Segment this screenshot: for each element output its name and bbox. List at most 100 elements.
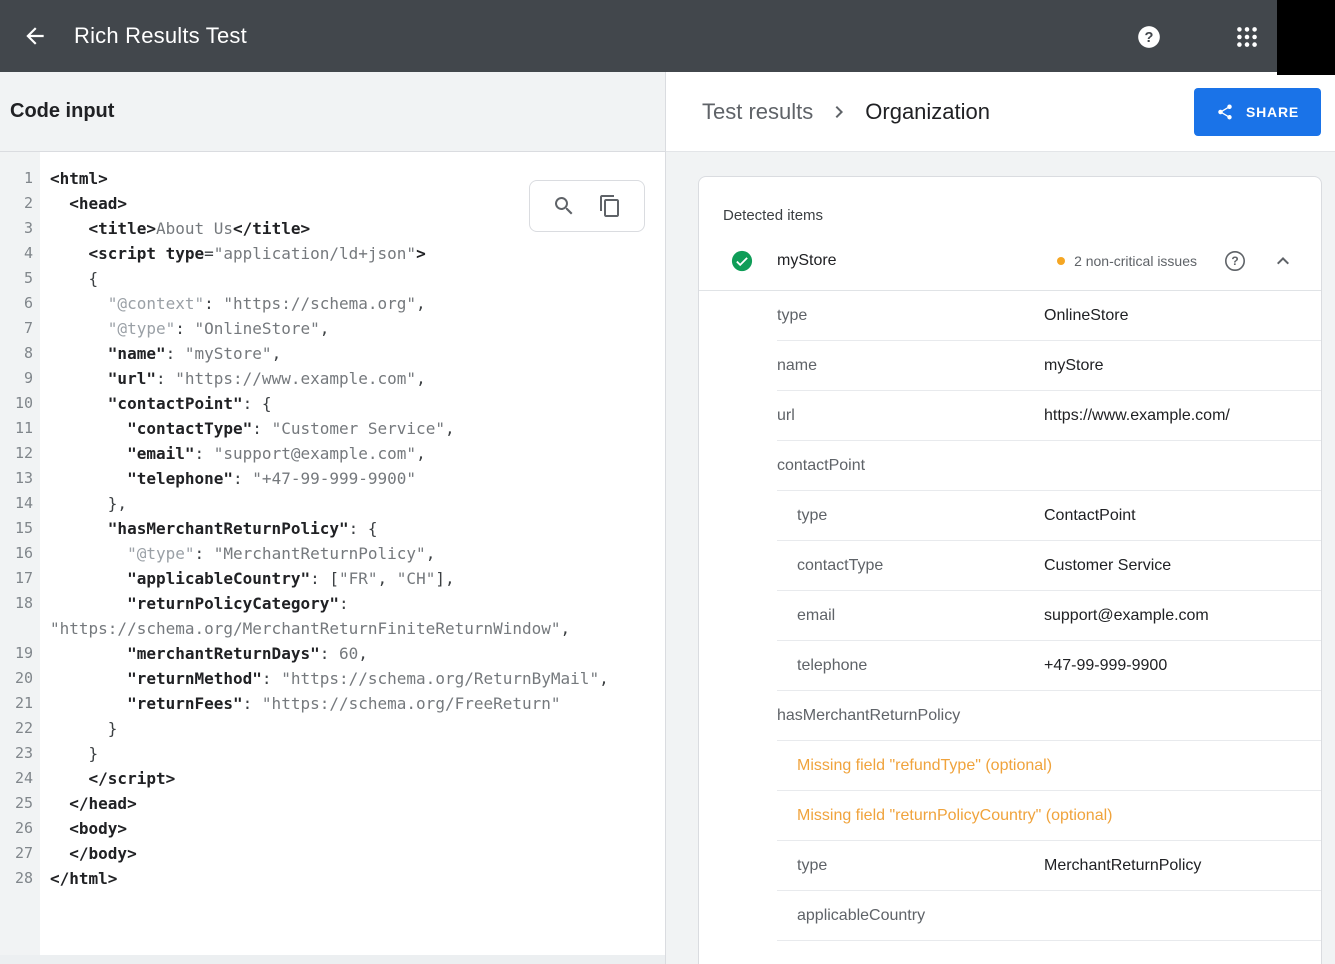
code-line-text: "@context": "https://schema.org",	[40, 291, 426, 316]
search-button[interactable]	[551, 193, 577, 219]
code-line: 16 "@type": "MerchantReturnPolicy",	[0, 541, 665, 566]
code-line: 24 </script>	[0, 766, 665, 791]
line-number: 14	[0, 491, 40, 516]
breadcrumb-test-results[interactable]: Test results	[702, 99, 813, 125]
code-line: 4 <script type="application/ld+json">	[0, 241, 665, 266]
entity-status: 2 non-critical issues ?	[1057, 249, 1295, 273]
line-number: 24	[0, 766, 40, 791]
code-line-text: "url": "https://www.example.com",	[40, 366, 426, 391]
code-line-text: "merchantReturnDays": 60,	[40, 641, 368, 666]
check-circle-icon	[731, 250, 753, 272]
property-value: https://www.example.com/	[1044, 407, 1230, 425]
help-circle-icon: ?	[1223, 249, 1247, 273]
line-number: 6	[0, 291, 40, 316]
horizontal-scrollbar[interactable]	[0, 955, 665, 964]
property-value: support@example.com	[1044, 607, 1209, 625]
share-button[interactable]: SHARE	[1194, 88, 1321, 136]
code-line: 18 "returnPolicyCategory":	[0, 591, 665, 616]
issues-summary: 2 non-critical issues	[1074, 253, 1197, 269]
line-number: 21	[0, 691, 40, 716]
svg-text:?: ?	[1145, 30, 1154, 46]
property-row: telephone+47-99-999-9900	[699, 641, 1321, 691]
code-input-header: Code input	[0, 72, 665, 152]
detected-items-card: Detected items myStore	[698, 176, 1322, 964]
property-row: email support@example.com	[699, 591, 1321, 641]
code-line-text: },	[40, 491, 127, 516]
line-number: 8	[0, 341, 40, 366]
code-line-text: </body>	[40, 841, 137, 866]
line-number: 4	[0, 241, 40, 266]
warning-message: Missing field "refundType" (optional)	[797, 757, 1052, 775]
code-line: 28</html>	[0, 866, 665, 891]
app-header: Rich Results Test ?	[0, 0, 1335, 72]
code-line: 26 <body>	[0, 816, 665, 841]
property-label: contactType	[797, 557, 883, 575]
property-row: namemyStore	[699, 341, 1321, 391]
line-number: 27	[0, 841, 40, 866]
code-line-text: }	[40, 741, 98, 766]
warning-message: Missing field "returnPolicyCountry" (opt…	[797, 807, 1112, 825]
property-group-row: hasMerchantReturnPolicy	[699, 691, 1321, 741]
code-line-text: <html>	[40, 166, 108, 191]
code-line-text: </html>	[40, 866, 117, 891]
code-line-text: "contactPoint": {	[40, 391, 272, 416]
line-number: 18	[0, 591, 40, 616]
code-line-text: <head>	[40, 191, 127, 216]
property-value: OnlineStore	[1044, 307, 1129, 325]
property-label: url	[777, 407, 795, 425]
code-line: 5 {	[0, 266, 665, 291]
code-lines: 1<html>2 <head>3 <title>About Us</title>…	[0, 166, 665, 891]
property-value: myStore	[1044, 357, 1104, 375]
code-line-text: "email": "support@example.com",	[40, 441, 426, 466]
code-line: 21 "returnFees": "https://schema.org/Fre…	[0, 691, 665, 716]
help-button[interactable]: ?	[1136, 24, 1162, 50]
warning-row: Missing field "returnPolicyCountry" (opt…	[699, 791, 1321, 841]
help-icon: ?	[1136, 24, 1162, 50]
main-split: Code input 1<html>2 <head>3 <title>About…	[0, 72, 1335, 964]
code-line: 17 "applicableCountry": ["FR", "CH"],	[0, 566, 665, 591]
issues-help-button[interactable]: ?	[1223, 249, 1247, 273]
breadcrumb-organization: Organization	[865, 99, 990, 125]
property-label: email	[797, 607, 835, 625]
code-editor[interactable]: 1<html>2 <head>3 <title>About Us</title>…	[0, 152, 665, 964]
code-line-text: </script>	[40, 766, 175, 791]
code-line: 14 },	[0, 491, 665, 516]
code-line: 12 "email": "support@example.com",	[0, 441, 665, 466]
line-number: 28	[0, 866, 40, 891]
results-body: Detected items myStore	[666, 152, 1335, 964]
code-line: 22 }	[0, 716, 665, 741]
line-number: 26	[0, 816, 40, 841]
line-number: 16	[0, 541, 40, 566]
line-number: 10	[0, 391, 40, 416]
line-number: 12	[0, 441, 40, 466]
code-line: 19 "merchantReturnDays": 60,	[0, 641, 665, 666]
search-icon	[552, 194, 576, 218]
property-row: typeContactPoint	[699, 491, 1321, 541]
line-number: 5	[0, 266, 40, 291]
back-button[interactable]	[22, 23, 48, 49]
copy-code-button[interactable]	[597, 193, 623, 219]
results-header: Test results Organization SHARE	[666, 72, 1335, 152]
line-number: 22	[0, 716, 40, 741]
collapse-button[interactable]	[1271, 249, 1295, 273]
code-line-text: "@type": "OnlineStore",	[40, 316, 329, 341]
code-line-text: {	[40, 266, 98, 291]
apps-menu-button[interactable]	[1234, 24, 1260, 50]
code-line: 27 </body>	[0, 841, 665, 866]
property-label: telephone	[797, 657, 867, 675]
code-line-text: <body>	[40, 816, 127, 841]
code-input-panel: Code input 1<html>2 <head>3 <title>About…	[0, 72, 665, 964]
code-line-text: </head>	[40, 791, 137, 816]
code-line-text: <title>About Us</title>	[40, 216, 310, 241]
property-group-label: hasMerchantReturnPolicy	[777, 707, 960, 725]
property-label: type	[797, 507, 827, 525]
line-number: 17	[0, 566, 40, 591]
entity-row[interactable]: myStore 2 non-critical issues ?	[699, 232, 1321, 290]
property-group-label: contactPoint	[777, 457, 865, 475]
back-arrow-icon	[22, 23, 48, 49]
code-line: 10 "contactPoint": {	[0, 391, 665, 416]
line-number: 20	[0, 666, 40, 691]
line-number: 2	[0, 191, 40, 216]
property-group-row: contactPoint	[699, 441, 1321, 491]
code-line-text: "applicableCountry": ["FR", "CH"],	[40, 566, 455, 591]
